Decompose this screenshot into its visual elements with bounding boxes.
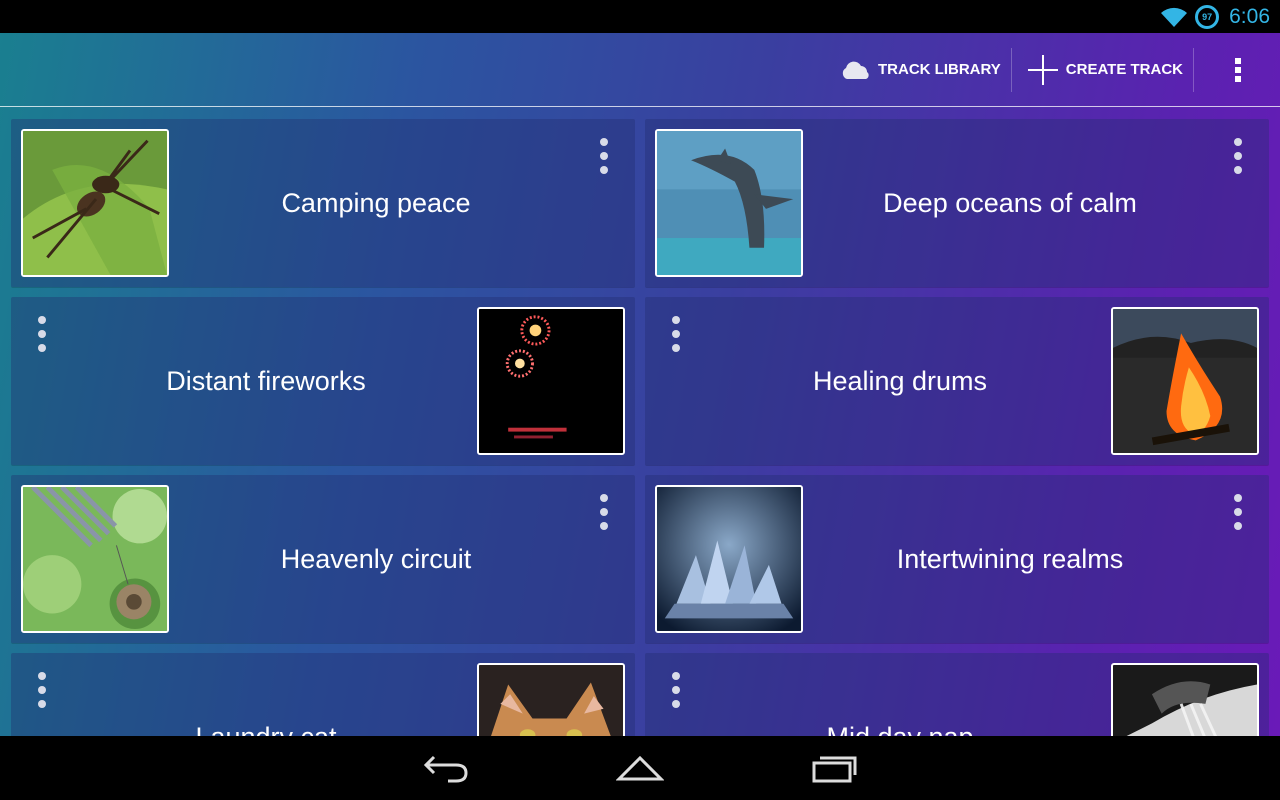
card-menu-icon[interactable] xyxy=(589,135,619,177)
wind-chimes-image xyxy=(21,485,169,633)
card-menu-icon[interactable] xyxy=(27,313,57,355)
crystals-image xyxy=(655,485,803,633)
fireworks-image xyxy=(477,307,625,455)
cricket-insect-image xyxy=(21,129,169,277)
track-card[interactable]: Deep oceans of calm xyxy=(645,119,1269,287)
card-menu-icon[interactable] xyxy=(589,491,619,533)
track-library-button[interactable]: TRACK LIBRARY xyxy=(830,48,1011,92)
plus-icon xyxy=(1027,54,1058,85)
wifi-icon xyxy=(1161,7,1188,27)
card-menu-icon[interactable] xyxy=(661,313,691,355)
recent-apps-icon[interactable] xyxy=(810,744,858,792)
track-library-label: TRACK LIBRARY xyxy=(878,61,1001,78)
back-icon[interactable] xyxy=(422,744,470,792)
card-menu-icon[interactable] xyxy=(661,669,691,711)
card-menu-icon[interactable] xyxy=(1223,135,1253,177)
create-track-button[interactable]: CREATE TRACK xyxy=(1016,48,1193,92)
clock: 6:06 xyxy=(1229,4,1270,28)
status-bar: 97 6:06 xyxy=(0,0,1280,33)
create-track-label: CREATE TRACK xyxy=(1065,61,1183,78)
battery-level: 97 xyxy=(1202,11,1213,22)
divider xyxy=(1193,47,1194,92)
track-card[interactable]: Distant fireworks xyxy=(11,297,635,465)
track-title: Healing drums xyxy=(812,365,988,396)
track-title: Heavenly circuit xyxy=(280,543,472,574)
divider xyxy=(1010,47,1012,92)
battery-icon: 97 xyxy=(1195,4,1220,29)
track-title: Laundry cat xyxy=(61,653,471,737)
campfire-image xyxy=(1111,307,1259,455)
water-faucet-image xyxy=(1111,663,1259,736)
track-card[interactable]: Camping peace xyxy=(11,119,635,287)
navigation-bar xyxy=(0,736,1280,800)
track-card[interactable]: Heavenly circuit xyxy=(11,475,635,643)
overflow-menu-icon[interactable] xyxy=(1208,48,1268,92)
card-menu-icon[interactable] xyxy=(27,669,57,711)
track-card[interactable]: Healing drums xyxy=(645,297,1269,465)
track-title: Mid day nap xyxy=(695,653,1105,737)
track-title: Intertwining realms xyxy=(896,543,1124,574)
track-title: Deep oceans of calm xyxy=(883,187,1137,218)
card-menu-icon[interactable] xyxy=(1223,491,1253,533)
track-title: Distant fireworks xyxy=(166,365,366,396)
track-card[interactable]: Mid day nap xyxy=(645,653,1269,736)
track-card[interactable]: Intertwining realms xyxy=(645,475,1269,643)
home-icon[interactable] xyxy=(616,744,664,792)
track-card[interactable]: Laundry cat xyxy=(11,653,635,736)
app-content: TRACK LIBRARY CREATE TRACK Camping peace… xyxy=(0,33,1280,736)
dolphin-image xyxy=(655,129,803,277)
track-title: Camping peace xyxy=(281,187,471,218)
cat-image xyxy=(477,663,625,736)
cloud-icon xyxy=(842,61,869,79)
action-bar: TRACK LIBRARY CREATE TRACK xyxy=(0,33,1280,107)
